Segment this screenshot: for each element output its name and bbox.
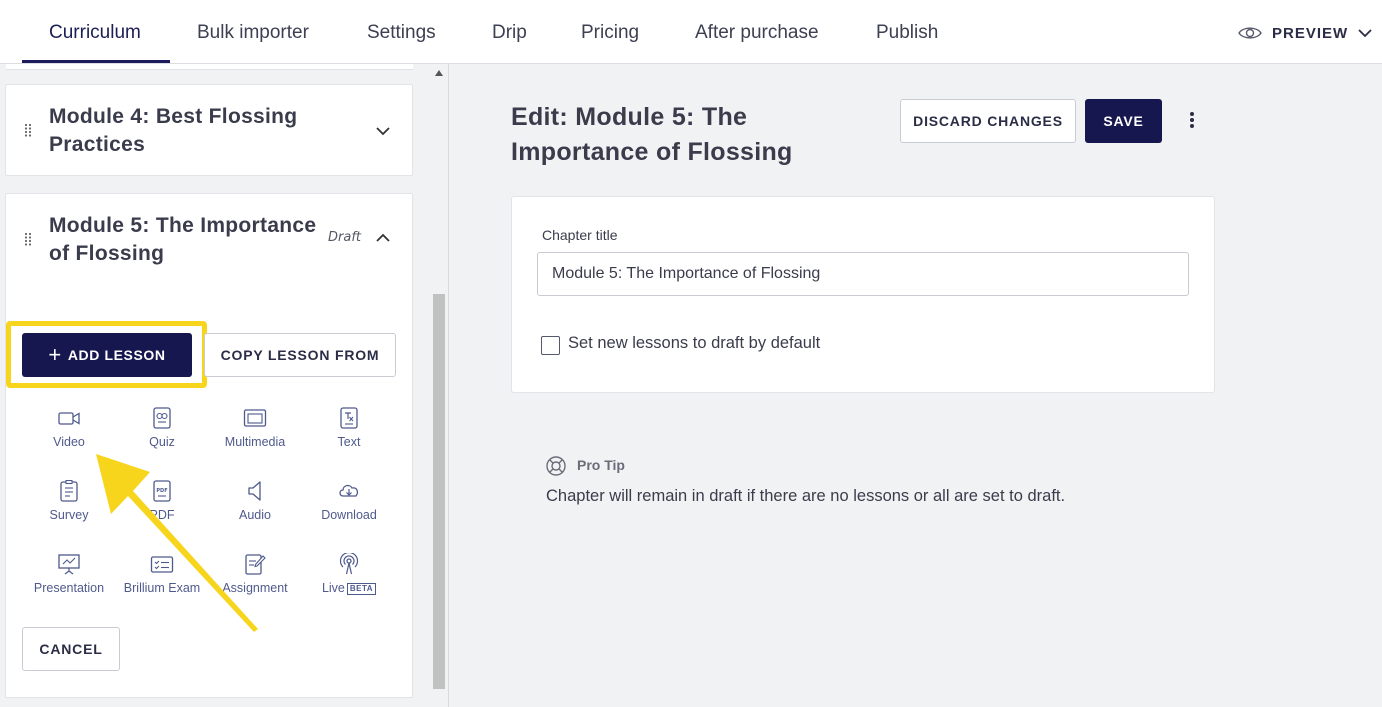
lesson-type-label: Video — [53, 435, 85, 449]
download-icon — [339, 484, 359, 497]
add-lesson-label: ADD LESSON — [67, 347, 166, 363]
chevron-down-icon — [1358, 29, 1372, 38]
lesson-type-video[interactable]: Video — [22, 407, 116, 449]
lesson-type-label: Live BETA — [302, 581, 396, 595]
previous-module-card — [6, 64, 413, 70]
presentation-icon — [58, 554, 80, 575]
lesson-type-label: Quiz — [149, 435, 175, 449]
scrollbar-thumb[interactable] — [433, 294, 445, 689]
lifebuoy-icon — [546, 456, 566, 476]
chevron-up-icon[interactable] — [374, 229, 392, 247]
lesson-type-label: PDF — [149, 508, 175, 522]
tab-pricing[interactable]: Pricing — [581, 0, 639, 64]
chapter-title-input[interactable] — [537, 252, 1189, 296]
lesson-type-survey[interactable]: Survey — [22, 480, 116, 522]
drag-handle-icon[interactable] — [24, 232, 32, 246]
draft-default-label[interactable]: Set new lessons to draft by default — [568, 334, 820, 353]
lesson-type-quiz[interactable]: Quiz — [115, 407, 209, 449]
page-title: Edit: Module 5: The Importance of Flossi… — [511, 103, 793, 166]
audio-icon — [248, 481, 261, 501]
pro-tip-text: Chapter will remain in draft if there ar… — [546, 487, 1066, 505]
tab-after-purchase[interactable]: After purchase — [695, 0, 819, 64]
lesson-type-label: Audio — [239, 508, 271, 522]
quiz-icon — [153, 407, 171, 429]
text-icon — [340, 407, 358, 429]
brillium-exam-icon — [150, 556, 174, 573]
plus-icon: + — [48, 342, 62, 367]
copy-lesson-from-button[interactable]: COPY LESSON FROM — [204, 333, 396, 377]
lesson-type-label: Assignment — [222, 581, 288, 595]
lesson-type-presentation[interactable]: Presentation — [22, 553, 116, 595]
svg-text:PDF: PDF — [156, 488, 167, 494]
lesson-type-text[interactable]: Text — [302, 407, 396, 449]
lesson-type-assignment[interactable]: Assignment — [208, 553, 302, 595]
curriculum-sidebar: Module 4: Best Flossing Practices Module… — [0, 64, 449, 707]
lesson-type-brillium-exam[interactable]: Brillium Exam — [115, 553, 209, 595]
discard-changes-button[interactable]: DISCARD CHANGES — [900, 99, 1076, 143]
tab-settings[interactable]: Settings — [367, 0, 436, 64]
save-button[interactable]: SAVE — [1085, 99, 1162, 143]
tab-drip[interactable]: Drip — [492, 0, 527, 64]
module-title: Module 4: Best Flossing Practices — [49, 105, 298, 156]
top-navigation: Curriculum Bulk importer Settings Drip P… — [0, 0, 1382, 64]
scroll-up-arrow-icon[interactable] — [435, 70, 443, 76]
lesson-type-label: Brillium Exam — [123, 581, 201, 595]
pdf-icon: PDF — [153, 480, 171, 502]
lesson-type-label: Multimedia — [224, 435, 286, 449]
draft-default-checkbox[interactable] — [541, 336, 560, 355]
live-icon — [339, 553, 359, 575]
lesson-type-live[interactable]: Live BETA — [302, 553, 396, 595]
lesson-type-label: Text — [337, 435, 361, 449]
lesson-type-pdf[interactable]: PDF PDF — [115, 480, 209, 522]
eye-icon — [1238, 27, 1262, 39]
chapter-settings-panel: Chapter title Set new lessons to draft b… — [511, 196, 1215, 393]
cancel-button[interactable]: CANCEL — [22, 627, 120, 671]
more-options-icon[interactable] — [1182, 110, 1202, 132]
multimedia-icon — [243, 409, 267, 427]
preview-button[interactable]: PREVIEW — [1238, 20, 1372, 46]
tab-bulk-importer[interactable]: Bulk importer — [197, 0, 309, 64]
module-title: Module 5: The Importance of Flossing — [49, 214, 317, 265]
beta-badge: BETA — [346, 583, 377, 595]
draft-badge: Draft — [328, 230, 361, 245]
lesson-type-label: Survey — [49, 508, 89, 522]
drag-handle-icon[interactable] — [24, 123, 32, 137]
tab-publish[interactable]: Publish — [876, 0, 938, 64]
video-icon — [58, 412, 80, 425]
module-card[interactable]: Module 4: Best Flossing Practices — [5, 84, 413, 176]
active-tab-indicator — [22, 60, 170, 63]
pro-tip-title: Pro Tip — [577, 457, 625, 473]
lesson-type-multimedia[interactable]: Multimedia — [208, 407, 302, 449]
tab-curriculum[interactable]: Curriculum — [49, 0, 141, 64]
live-label: Live — [321, 581, 345, 595]
lesson-type-label: Presentation — [33, 581, 105, 595]
survey-icon — [60, 480, 78, 502]
chapter-title-label: Chapter title — [542, 227, 618, 243]
lesson-type-audio[interactable]: Audio — [208, 480, 302, 522]
lesson-type-label: Download — [321, 508, 377, 522]
chevron-down-icon[interactable] — [374, 122, 392, 140]
add-lesson-button[interactable]: + ADD LESSON — [22, 333, 192, 377]
preview-label: PREVIEW — [1272, 24, 1349, 42]
assignment-icon — [245, 554, 266, 575]
lesson-type-download[interactable]: Download — [302, 480, 396, 522]
